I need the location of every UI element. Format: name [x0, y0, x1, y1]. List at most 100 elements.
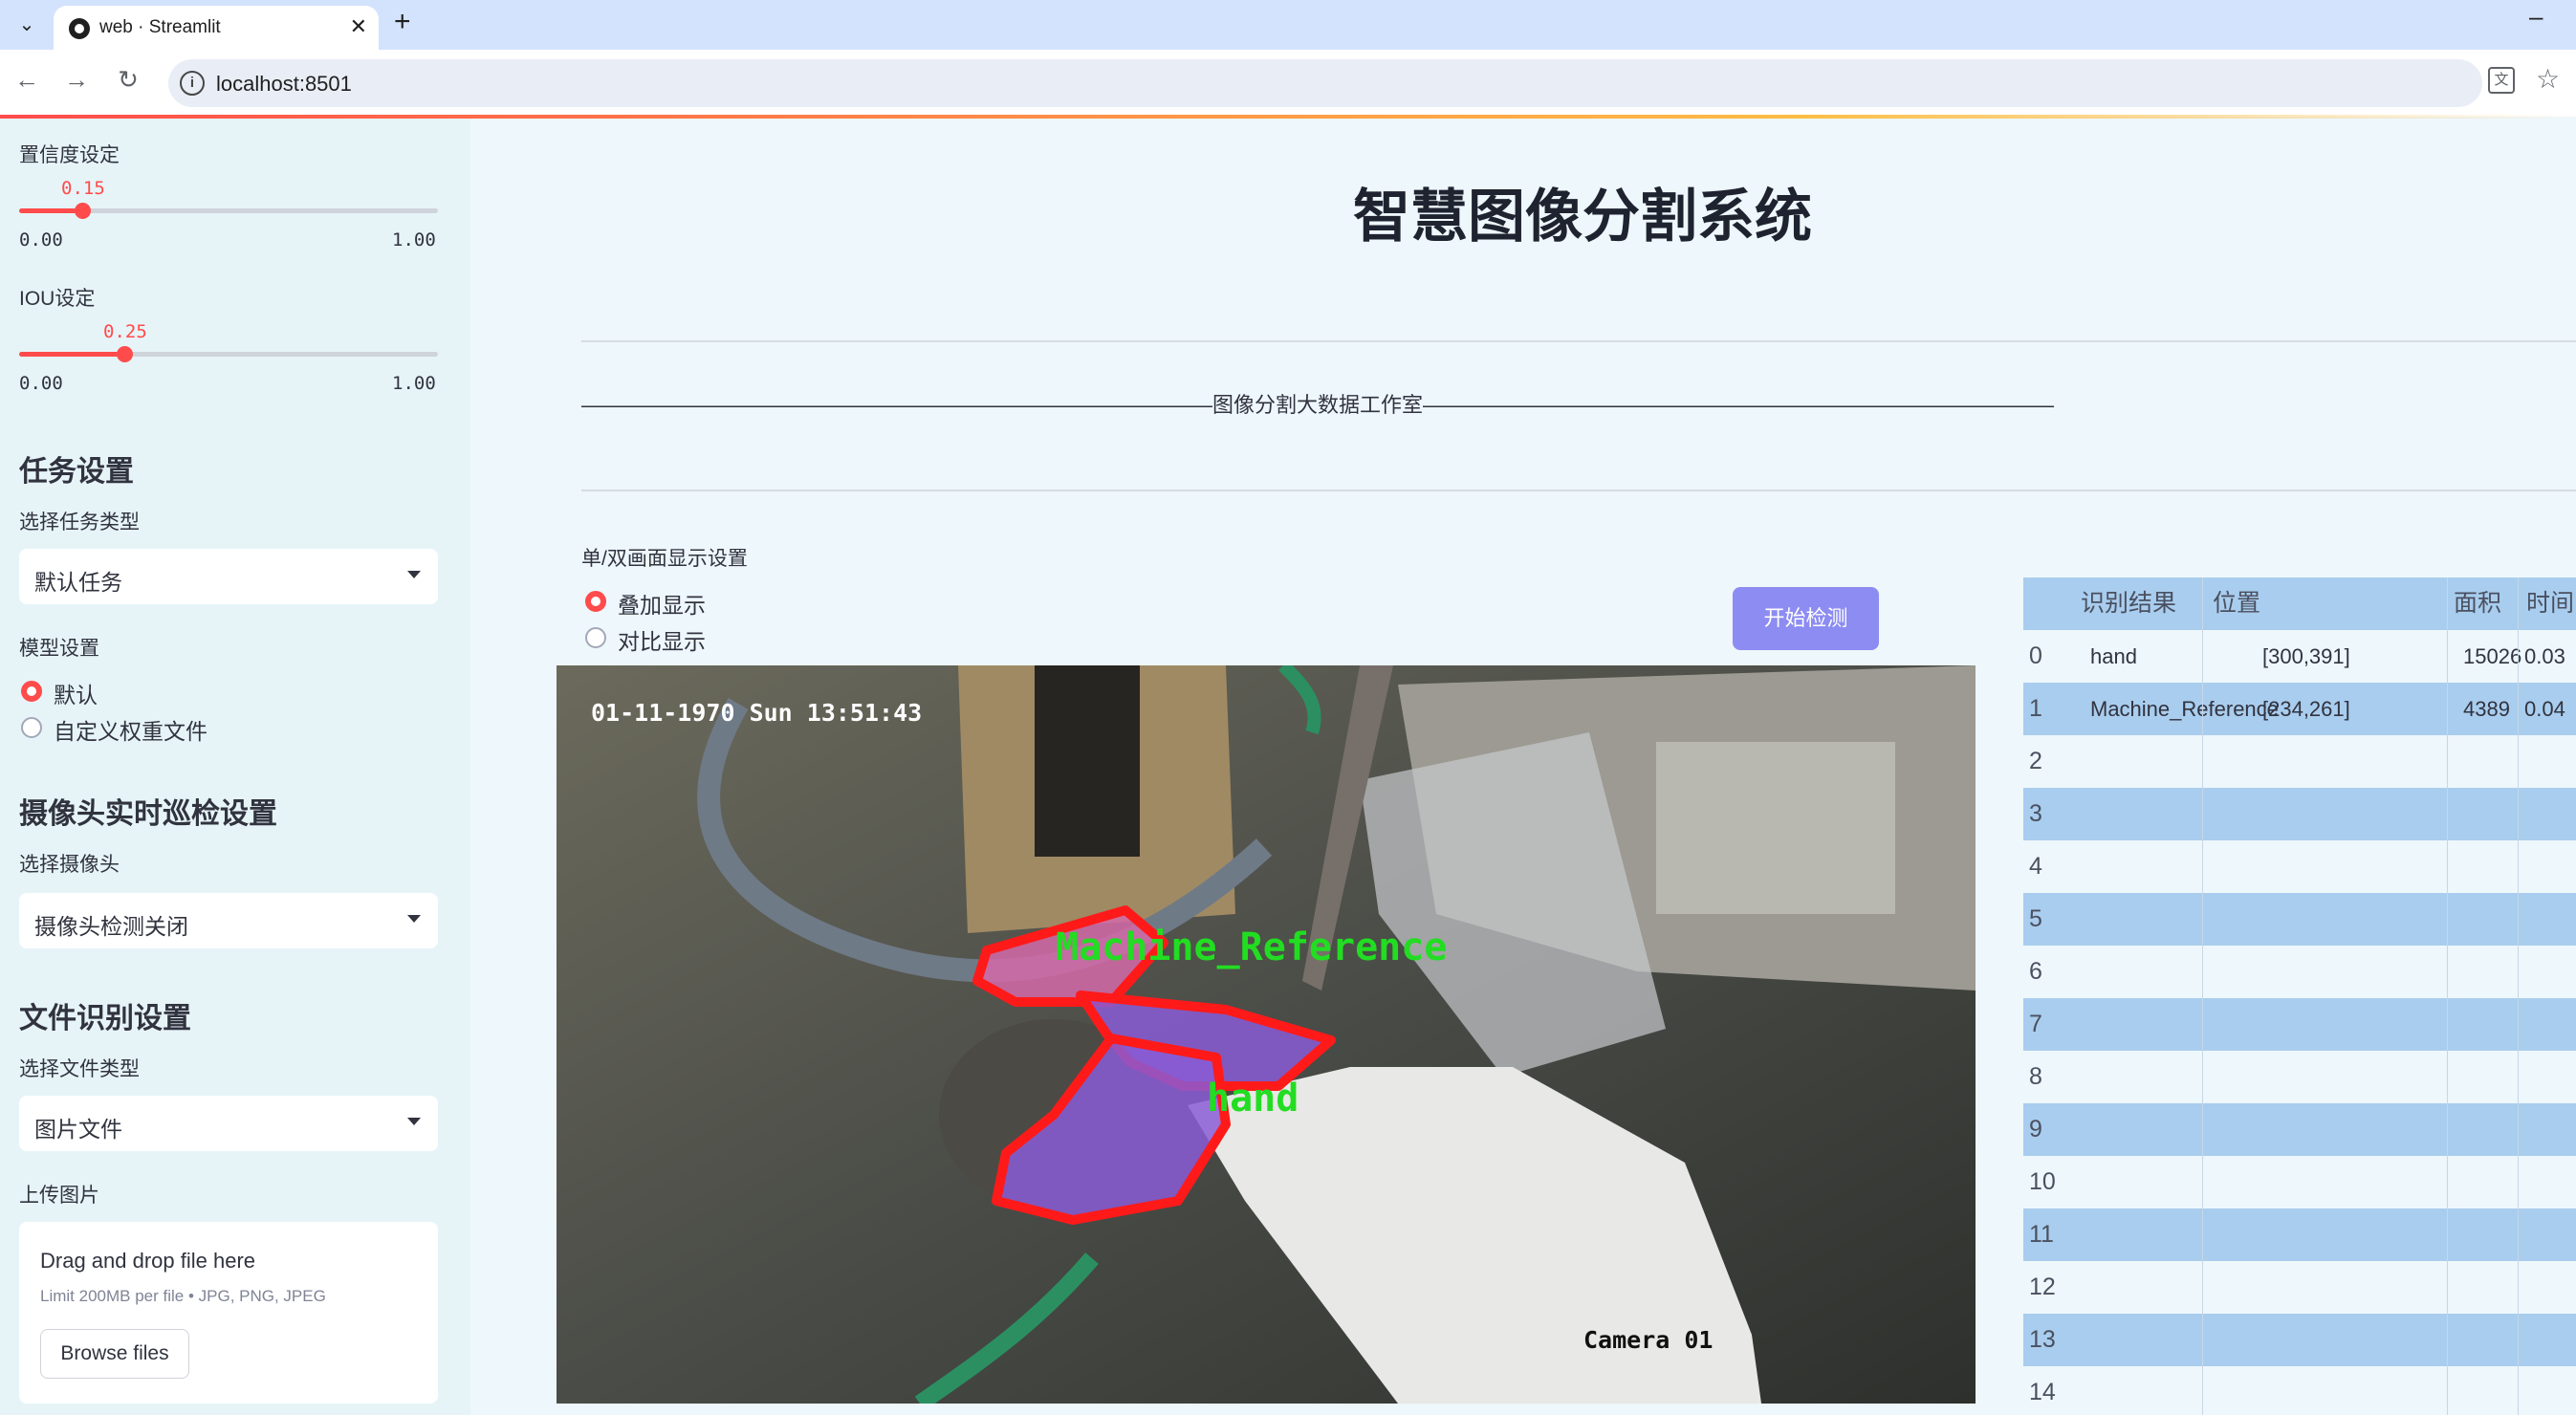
segmentation-result-image: Machine_Reference hand 01-11-1970 Sun 13… — [557, 665, 1976, 1404]
column-header-position[interactable]: 位置 — [2213, 577, 2260, 630]
row-index: 5 — [2029, 905, 2042, 932]
model-settings-label: 模型设置 — [19, 638, 99, 660]
chevron-down-icon — [407, 1118, 421, 1125]
dropzone-title: Drag and drop file here — [40, 1249, 256, 1273]
column-header-result[interactable]: 识别结果 — [2081, 577, 2176, 630]
table-row[interactable]: 10 — [2023, 1156, 2576, 1208]
bookmark-star-icon[interactable]: ☆ — [2536, 63, 2560, 95]
start-detection-button[interactable]: 开始检测 — [1733, 587, 1879, 650]
table-row[interactable]: 0 hand [300,391] 15026 0.03 — [2023, 630, 2576, 683]
camera-select-label: 选择摄像头 — [19, 854, 120, 876]
slot — [1035, 665, 1140, 857]
iou-value: 0.25 — [103, 321, 147, 342]
file-settings-heading: 文件识别设置 — [19, 1003, 191, 1034]
file-type-select[interactable]: 图片文件 — [19, 1096, 438, 1151]
file-type-value: 图片文件 — [34, 1117, 122, 1142]
url-text[interactable]: localhost:8501 — [216, 72, 352, 97]
row-index: 0 — [2029, 642, 2042, 669]
confidence-slider-fill — [19, 208, 82, 213]
divider — [581, 490, 2576, 491]
minimize-window-icon[interactable]: – — [2529, 2, 2543, 32]
column-header-time[interactable]: 时间 — [2526, 577, 2574, 630]
confidence-max: 1.00 — [392, 229, 436, 250]
model-custom-weights-radio[interactable] — [21, 717, 42, 738]
confidence-label: 置信度设定 — [19, 144, 120, 166]
close-tab-icon[interactable]: ✕ — [350, 14, 367, 39]
row-index: 9 — [2029, 1116, 2042, 1143]
table-row[interactable]: 13 — [2023, 1314, 2576, 1366]
model-default-label[interactable]: 默认 — [54, 677, 98, 709]
table-row[interactable]: 12 — [2023, 1261, 2576, 1314]
confidence-slider-thumb[interactable] — [75, 203, 91, 219]
iou-slider-thumb[interactable] — [117, 346, 133, 362]
table-row[interactable]: 14 — [2023, 1366, 2576, 1415]
table-row[interactable]: 7 — [2023, 998, 2576, 1051]
table-row[interactable]: 5 — [2023, 893, 2576, 946]
tab-search-chevron-icon[interactable]: ⌄ — [11, 10, 42, 40]
results-table[interactable]: 识别结果 位置 面积 时间 0 hand [300,391] 15026 0.03 1 Ma… — [2023, 577, 2576, 1415]
table-row[interactable]: 2 — [2023, 735, 2576, 788]
table-row[interactable]: 1 Machine_Reference [234,261] 4389 0.04 — [2023, 683, 2576, 735]
row-index: 10 — [2029, 1168, 2056, 1195]
file-type-label: 选择文件类型 — [19, 1058, 140, 1080]
camera-select[interactable]: 摄像头检测关闭 — [19, 893, 438, 948]
table-row[interactable]: 9 — [2023, 1103, 2576, 1156]
chevron-down-icon — [407, 915, 421, 923]
column-divider — [2447, 577, 2448, 1415]
new-tab-plus-icon[interactable]: + — [394, 6, 411, 38]
hand-label: hand — [1207, 1077, 1299, 1121]
iou-slider[interactable] — [19, 346, 438, 362]
table-row[interactable]: 4 — [2023, 840, 2576, 893]
reload-icon[interactable]: ↻ — [111, 65, 145, 95]
display-mode-label: 单/双画面显示设置 — [581, 548, 748, 570]
file-dropzone[interactable]: Drag and drop file here Limit 200MB per … — [19, 1222, 438, 1404]
cell-position: [234,261] — [2262, 697, 2350, 721]
table-row[interactable]: 11 — [2023, 1208, 2576, 1261]
camera-settings-heading: 摄像头实时巡检设置 — [19, 798, 277, 830]
page-title: 智慧图像分割系统 — [1353, 185, 1812, 249]
task-type-select[interactable]: 默认任务 — [19, 549, 438, 604]
chevron-down-icon — [407, 571, 421, 578]
iou-label: IOU设定 — [19, 288, 96, 310]
dropzone-limit-text: Limit 200MB per file • JPG, PNG, JPEG — [40, 1287, 326, 1305]
confidence-slider[interactable] — [19, 203, 438, 219]
streamlit-favicon-icon — [69, 18, 90, 39]
overlay-display-label[interactable]: 叠加显示 — [618, 587, 706, 620]
task-settings-heading: 任务设置 — [19, 456, 134, 488]
compare-display-label[interactable]: 对比显示 — [618, 623, 706, 656]
column-header-area[interactable]: 面积 — [2454, 577, 2501, 630]
compare-display-radio[interactable] — [585, 627, 606, 648]
browser-tab[interactable]: web · Streamlit ✕ — [54, 6, 379, 50]
cell-time: 0.03 — [2524, 644, 2565, 668]
model-custom-weights-label[interactable]: 自定义权重文件 — [54, 713, 207, 746]
cell-result: hand — [2090, 644, 2137, 668]
table-row[interactable]: 6 — [2023, 946, 2576, 998]
connector-block — [1656, 742, 1895, 914]
translate-icon[interactable]: 文 — [2488, 67, 2515, 94]
back-arrow-icon[interactable]: ← — [10, 65, 44, 95]
cell-position: [300,391] — [2262, 644, 2350, 668]
camera-timestamp: 01-11-1970 Sun 13:51:43 — [591, 699, 922, 727]
row-index: 2 — [2029, 748, 2042, 774]
camera-label: Camera 01 — [1583, 1326, 1713, 1354]
row-index: 4 — [2029, 853, 2042, 880]
address-bar[interactable]: i localhost:8501 — [168, 59, 2482, 107]
row-index: 14 — [2029, 1379, 2056, 1405]
upload-image-label: 上传图片 — [19, 1185, 99, 1207]
column-divider — [2518, 577, 2519, 1415]
browse-files-button[interactable]: Browse files — [40, 1329, 189, 1379]
cell-area: 15026 — [2463, 644, 2522, 668]
table-row[interactable]: 3 — [2023, 788, 2576, 840]
forward-arrow-icon[interactable]: → — [59, 65, 94, 95]
overlay-display-radio[interactable] — [585, 591, 606, 612]
tab-title: web · Streamlit — [99, 17, 221, 37]
site-info-icon[interactable]: i — [180, 71, 205, 96]
machine-reference-label: Machine_Reference — [1056, 925, 1447, 969]
table-row[interactable]: 8 — [2023, 1051, 2576, 1103]
task-type-value: 默认任务 — [34, 570, 122, 595]
confidence-min: 0.00 — [19, 229, 63, 250]
row-index: 12 — [2029, 1274, 2056, 1300]
row-index: 6 — [2029, 958, 2042, 985]
cell-time: 0.04 — [2524, 697, 2565, 721]
model-default-radio[interactable] — [21, 681, 42, 702]
